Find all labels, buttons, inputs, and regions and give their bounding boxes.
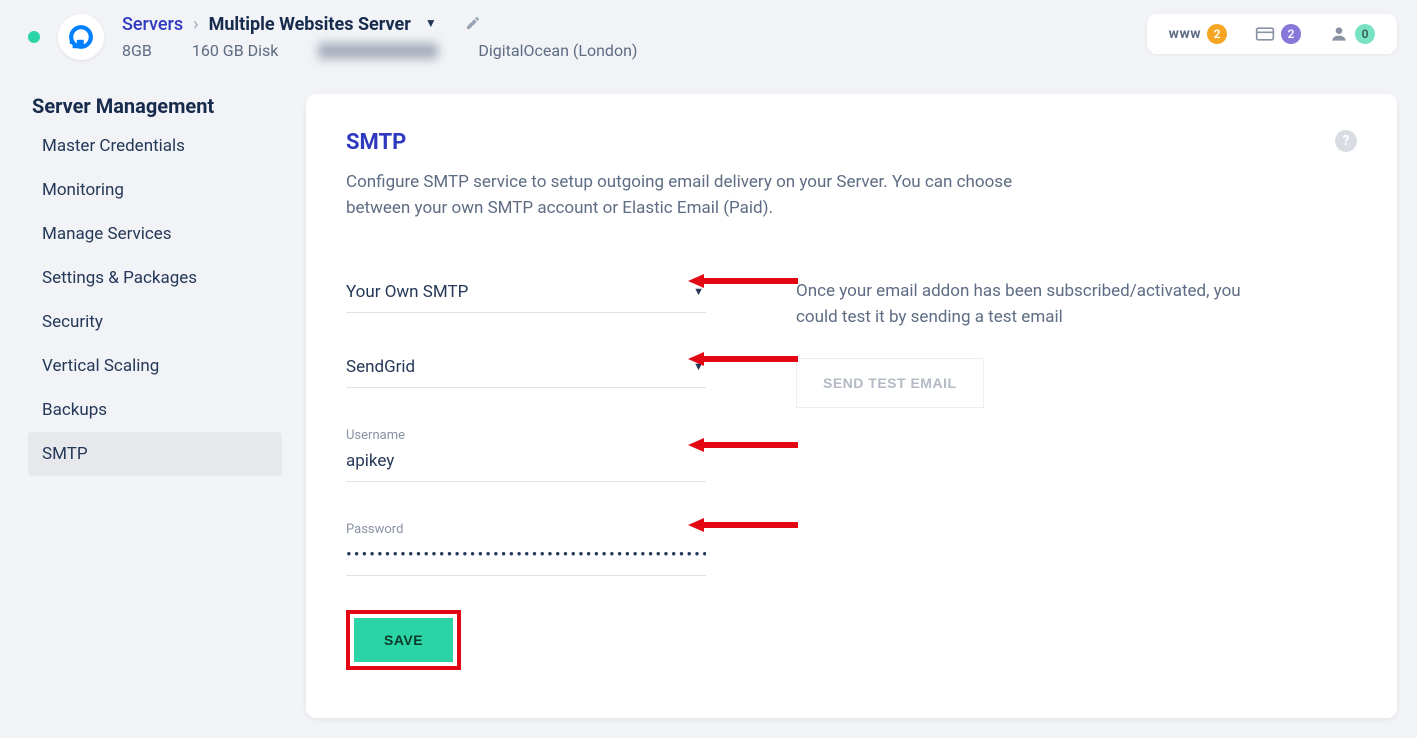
breadcrumb: Servers › Multiple Websites Server ▼ [122, 14, 637, 35]
sidebar-item-smtp[interactable]: SMTP [28, 432, 282, 476]
server-status-dot [28, 31, 40, 43]
server-name[interactable]: Multiple Websites Server [209, 14, 411, 35]
provider-logo-icon [58, 14, 104, 60]
stat-user[interactable]: 0 [1329, 24, 1375, 44]
card-title: SMTP [346, 130, 406, 155]
stat-www[interactable]: www 2 [1169, 24, 1227, 44]
save-button-highlight: SAVE [346, 610, 461, 670]
server-provider-location: DigitalOcean (London) [478, 41, 637, 60]
help-icon[interactable]: ? [1335, 130, 1357, 152]
page-header: Servers › Multiple Websites Server ▼ 8GB… [0, 0, 1417, 60]
card-icon [1255, 24, 1275, 44]
smtp-mode-value: Your Own SMTP [346, 282, 468, 302]
sidebar-item-settings-packages[interactable]: Settings & Packages [28, 256, 282, 300]
password-label: Password [346, 522, 706, 537]
password-input[interactable] [346, 541, 706, 575]
main-card: SMTP ? Configure SMTP service to setup o… [306, 94, 1397, 718]
server-ip-redacted [318, 43, 438, 59]
sidebar-item-manage-services[interactable]: Manage Services [28, 212, 282, 256]
sidebar-item-backups[interactable]: Backups [28, 388, 282, 432]
password-field-wrap: Password [346, 522, 706, 576]
card-description: Configure SMTP service to setup outgoing… [346, 169, 1026, 222]
sidebar-heading: Server Management [28, 94, 282, 124]
smtp-mode-select[interactable]: Your Own SMTP ▼ [346, 278, 706, 313]
breadcrumb-link-servers[interactable]: Servers [122, 14, 183, 35]
smtp-form: Your Own SMTP ▼ SendGrid ▼ Username [346, 278, 706, 670]
username-input[interactable] [346, 447, 706, 481]
card-count-badge: 2 [1281, 24, 1301, 44]
stat-card[interactable]: 2 [1255, 24, 1301, 44]
caret-down-icon: ▼ [693, 360, 706, 373]
server-disk: 160 GB Disk [192, 41, 279, 60]
smtp-provider-value: SendGrid [346, 357, 415, 377]
sidebar-item-vertical-scaling[interactable]: Vertical Scaling [28, 344, 282, 388]
caret-down-icon: ▼ [693, 285, 706, 298]
addon-info-text: Once your email addon has been subscribe… [796, 278, 1256, 331]
smtp-provider-select[interactable]: SendGrid ▼ [346, 353, 706, 388]
www-icon: www [1169, 26, 1201, 42]
server-meta-row: 8GB 160 GB Disk DigitalOcean (London) [122, 41, 637, 60]
send-test-email-button[interactable]: SEND TEST EMAIL [796, 358, 984, 408]
header-info: Servers › Multiple Websites Server ▼ 8GB… [122, 14, 637, 60]
sidebar-item-master-credentials[interactable]: Master Credentials [28, 124, 282, 168]
username-field-wrap: Username [346, 428, 706, 482]
user-count-badge: 0 [1355, 24, 1375, 44]
chevron-right-icon: › [193, 14, 198, 35]
person-icon [1329, 24, 1349, 44]
caret-down-icon[interactable]: ▼ [425, 16, 437, 30]
server-ram: 8GB [122, 41, 152, 60]
sidebar-item-security[interactable]: Security [28, 300, 282, 344]
header-left: Servers › Multiple Websites Server ▼ 8GB… [28, 14, 637, 60]
pencil-icon[interactable] [465, 15, 481, 35]
username-label: Username [346, 428, 706, 443]
www-count-badge: 2 [1207, 24, 1227, 44]
header-stats: www 2 2 0 [1147, 14, 1397, 54]
smtp-right-col: Once your email addon has been subscribe… [796, 278, 1256, 670]
save-button[interactable]: SAVE [354, 618, 453, 662]
sidebar: Server Management Master Credentials Mon… [28, 94, 282, 476]
sidebar-item-monitoring[interactable]: Monitoring [28, 168, 282, 212]
